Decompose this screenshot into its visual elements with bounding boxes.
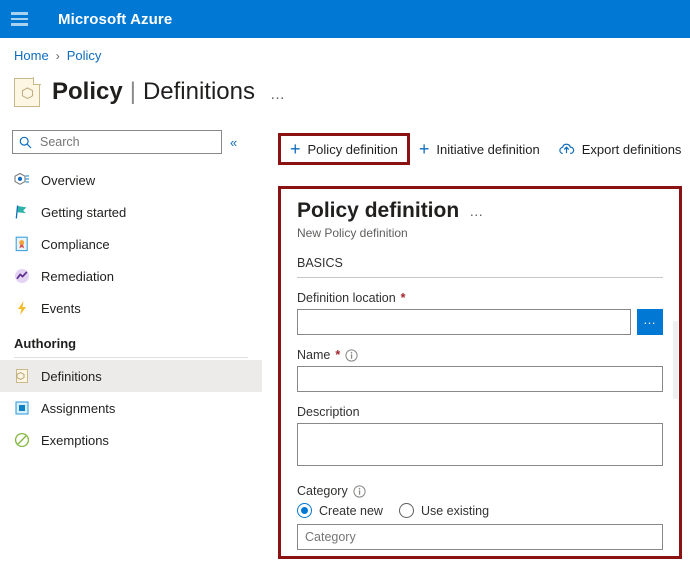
sidebar-item-overview[interactable]: Overview <box>0 164 262 196</box>
collapse-sidebar-icon[interactable]: « <box>230 135 237 150</box>
command-bar: + Policy definition + Initiative definit… <box>278 133 690 165</box>
command-label: Export definitions <box>581 141 682 157</box>
hamburger-icon[interactable] <box>0 0 38 38</box>
required-marker: * <box>335 348 341 362</box>
scrollbar-thumb[interactable] <box>673 321 678 399</box>
sidebar-item-label: Assignments <box>41 400 116 416</box>
page-title: Policy | Definitions <box>52 78 255 106</box>
sidebar-divider <box>14 357 248 358</box>
panel-more-menu-icon[interactable]: … <box>469 203 485 219</box>
section-label-basics: BASICS <box>297 256 663 278</box>
search-icon <box>19 136 32 148</box>
sidebar-group-title-authoring: Authoring <box>14 336 77 351</box>
field-category: Category Create new Use existing <box>297 484 663 550</box>
sidebar-item-assignments[interactable]: Assignments <box>0 392 262 424</box>
panel-scrollbar[interactable] <box>672 189 679 556</box>
sidebar-item-remediation[interactable]: Remediation <box>0 260 262 292</box>
page-title-secondary: Definitions <box>142 78 255 105</box>
overview-icon <box>14 172 29 185</box>
sidebar-item-label: Exemptions <box>41 432 109 448</box>
sidebar-item-label: Remediation <box>41 268 114 284</box>
description-textarea[interactable] <box>297 423 663 466</box>
sidebar-item-label: Definitions <box>41 368 102 384</box>
sidebar-item-label: Events <box>41 300 81 316</box>
assignments-icon <box>15 401 29 415</box>
cloud-upload-icon <box>559 143 574 154</box>
category-radio-group: Create new Use existing <box>297 503 663 518</box>
export-definitions-button[interactable]: Export definitions <box>549 136 690 163</box>
field-label: Category <box>297 484 663 498</box>
sidebar-primary-list: Overview Getting started Compliance Reme… <box>0 164 262 324</box>
search-input[interactable] <box>38 134 215 150</box>
sidebar-item-label: Compliance <box>41 236 110 252</box>
radio-indicator <box>398 503 414 518</box>
field-label: Description <box>297 405 663 419</box>
radio-create-new[interactable]: Create new <box>297 503 389 518</box>
new-initiative-definition-button[interactable]: + Initiative definition <box>410 134 549 164</box>
field-description: Description <box>297 405 663 471</box>
flag-icon <box>15 205 27 219</box>
top-navigation-bar: Microsoft Azure <box>0 0 690 38</box>
name-input[interactable] <box>297 366 663 392</box>
azure-brand-title[interactable]: Microsoft Azure <box>58 11 172 28</box>
compliance-icon <box>15 236 28 252</box>
category-input[interactable] <box>297 524 663 550</box>
sidebar-item-getting-started[interactable]: Getting started <box>0 196 262 228</box>
sidebar: « Overview Getting started <box>0 130 262 456</box>
panel-subtitle: New Policy definition <box>297 226 408 240</box>
sidebar-item-events[interactable]: Events <box>0 292 262 324</box>
page-more-menu-icon[interactable]: … <box>270 86 287 103</box>
page-title-primary: Policy <box>52 78 123 105</box>
new-policy-definition-button[interactable]: + Policy definition <box>278 133 410 165</box>
sidebar-item-label: Overview <box>41 172 96 188</box>
plus-icon: + <box>290 139 301 159</box>
policy-icon <box>12 76 42 108</box>
search-box[interactable] <box>12 130 222 154</box>
field-label: Name * <box>297 348 663 362</box>
lightning-icon <box>18 301 26 315</box>
info-icon[interactable] <box>353 484 366 498</box>
field-label-text: Category <box>297 484 348 498</box>
breadcrumb: Home › Policy <box>14 48 101 63</box>
definition-location-browse-button[interactable]: … <box>637 309 663 335</box>
sidebar-authoring-list: Definitions Assignments Exemptions <box>0 360 262 456</box>
command-label: Initiative definition <box>436 141 540 157</box>
required-marker: * <box>400 291 406 305</box>
definition-location-input[interactable] <box>297 309 631 335</box>
policy-definition-panel: Policy definition … New Policy definitio… <box>278 186 682 559</box>
sidebar-item-label: Getting started <box>41 204 127 220</box>
panel-title: Policy definition <box>297 199 460 222</box>
radio-label: Use existing <box>420 503 490 518</box>
radio-use-existing[interactable]: Use existing <box>398 503 495 518</box>
remediation-icon <box>15 269 29 283</box>
definitions-icon <box>16 369 28 383</box>
field-label-text: Definition location <box>297 291 396 305</box>
breadcrumb-item-policy[interactable]: Policy <box>67 48 102 63</box>
sidebar-item-exemptions[interactable]: Exemptions <box>0 424 262 456</box>
field-name: Name * <box>297 348 663 392</box>
plus-icon: + <box>418 139 430 159</box>
sidebar-search-row: « <box>0 130 262 154</box>
field-label: Definition location * <box>297 291 663 305</box>
radio-label: Create new <box>319 503 383 518</box>
radio-indicator <box>297 503 312 518</box>
breadcrumb-item-home[interactable]: Home <box>14 48 49 63</box>
hexagon-glyph <box>21 87 34 99</box>
sidebar-item-compliance[interactable]: Compliance <box>0 228 262 260</box>
field-label-text: Description <box>297 405 360 419</box>
sidebar-item-definitions[interactable]: Definitions <box>0 360 262 392</box>
page-title-row: Policy | Definitions <box>12 76 255 108</box>
command-label: Policy definition <box>307 141 398 157</box>
field-label-text: Name <box>297 348 331 362</box>
exemptions-icon <box>14 432 30 448</box>
page-title-separator: | <box>129 78 136 105</box>
app-root: Microsoft Azure Home › Policy Policy | D… <box>0 0 690 563</box>
field-definition-location: Definition location * … <box>297 291 663 335</box>
breadcrumb-separator-icon: › <box>55 48 60 63</box>
info-icon[interactable] <box>345 348 358 362</box>
panel-header: Policy definition … <box>297 199 663 223</box>
